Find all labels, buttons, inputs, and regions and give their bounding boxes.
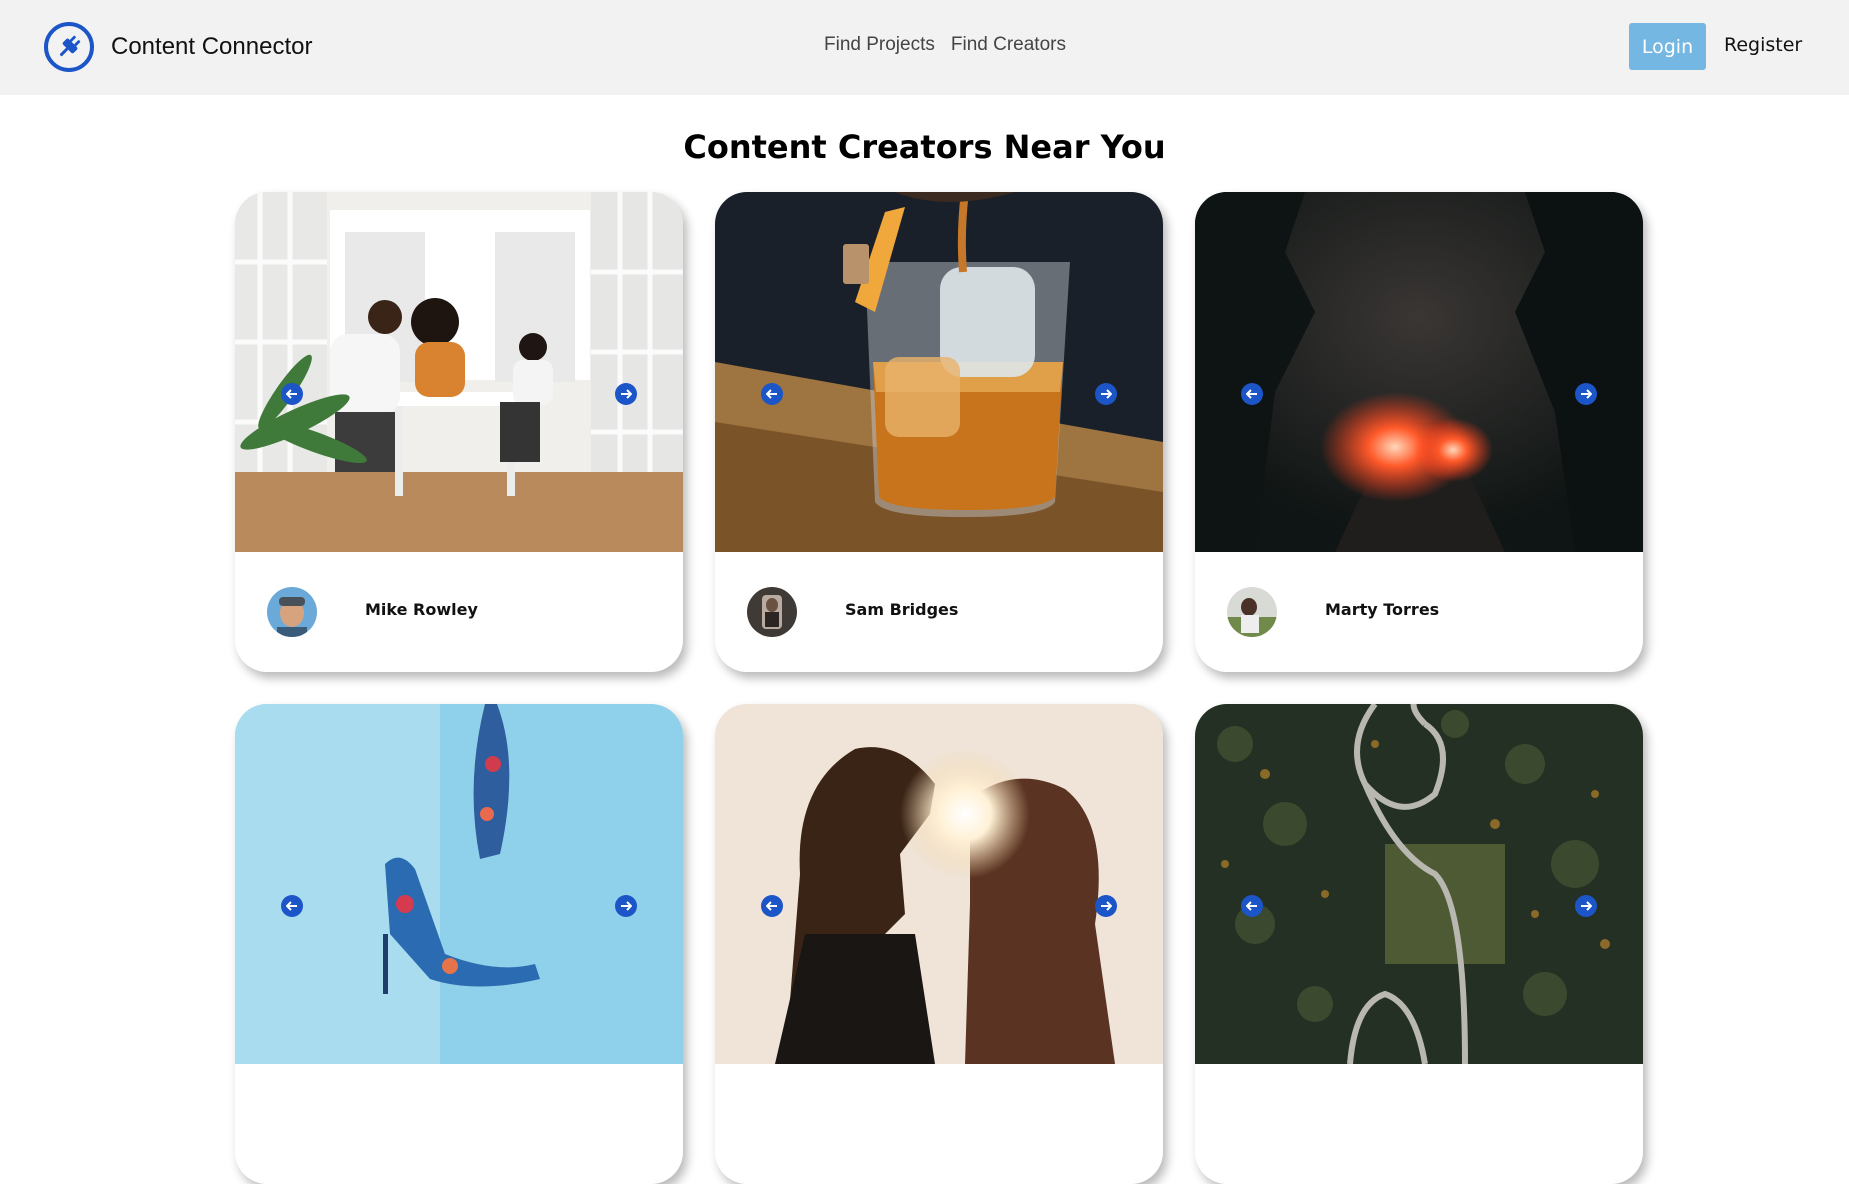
arrow-right-icon[interactable] [1575, 895, 1597, 917]
arrow-right-icon[interactable] [1095, 895, 1117, 917]
card-footer [1195, 1064, 1643, 1184]
brand-name[interactable]: Content Connector [111, 33, 312, 61]
login-button[interactable]: Login [1629, 23, 1706, 70]
page-title: Content Creators Near You [683, 128, 1166, 166]
creator-name[interactable]: Marty Torres [1325, 600, 1439, 619]
arrow-right-icon[interactable] [615, 383, 637, 405]
card-footer [235, 1064, 683, 1184]
creator-card[interactable]: Sam Bridges [715, 192, 1163, 672]
nav-find-projects[interactable]: Find Projects [824, 34, 935, 56]
arrow-left-icon[interactable] [761, 383, 783, 405]
nav-links: Find Projects Find Creators [824, 34, 1066, 56]
arrow-right-icon[interactable] [1575, 383, 1597, 405]
creator-card[interactable] [235, 704, 683, 1184]
card-image [235, 704, 683, 1064]
brand[interactable]: Content Connector [44, 22, 312, 72]
card-footer: Mike Rowley [235, 552, 683, 672]
creator-name[interactable]: Sam Bridges [845, 600, 958, 619]
navbar: Content Connector Find Projects Find Cre… [0, 0, 1849, 95]
nav-find-creators[interactable]: Find Creators [951, 34, 1066, 56]
arrow-left-icon[interactable] [1241, 895, 1263, 917]
arrow-right-icon[interactable] [615, 895, 637, 917]
creator-card[interactable]: Mike Rowley [235, 192, 683, 672]
avatar [267, 587, 317, 637]
creator-name[interactable]: Mike Rowley [365, 600, 478, 619]
card-image [1195, 192, 1643, 552]
card-footer: Sam Bridges [715, 552, 1163, 672]
arrow-left-icon[interactable] [1241, 383, 1263, 405]
avatar [747, 587, 797, 637]
arrow-left-icon[interactable] [281, 383, 303, 405]
arrow-left-icon[interactable] [281, 895, 303, 917]
avatar [1227, 587, 1277, 637]
card-image [1195, 704, 1643, 1064]
creator-card[interactable] [715, 704, 1163, 1184]
card-image [715, 192, 1163, 552]
card-footer: Marty Torres [1195, 552, 1643, 672]
card-footer [715, 1064, 1163, 1184]
arrow-left-icon[interactable] [761, 895, 783, 917]
card-image [235, 192, 683, 552]
plug-icon[interactable] [44, 22, 94, 72]
register-link[interactable]: Register [1724, 34, 1802, 56]
arrow-right-icon[interactable] [1095, 383, 1117, 405]
creator-card[interactable] [1195, 704, 1643, 1184]
card-image [715, 704, 1163, 1064]
creator-card[interactable]: Marty Torres [1195, 192, 1643, 672]
